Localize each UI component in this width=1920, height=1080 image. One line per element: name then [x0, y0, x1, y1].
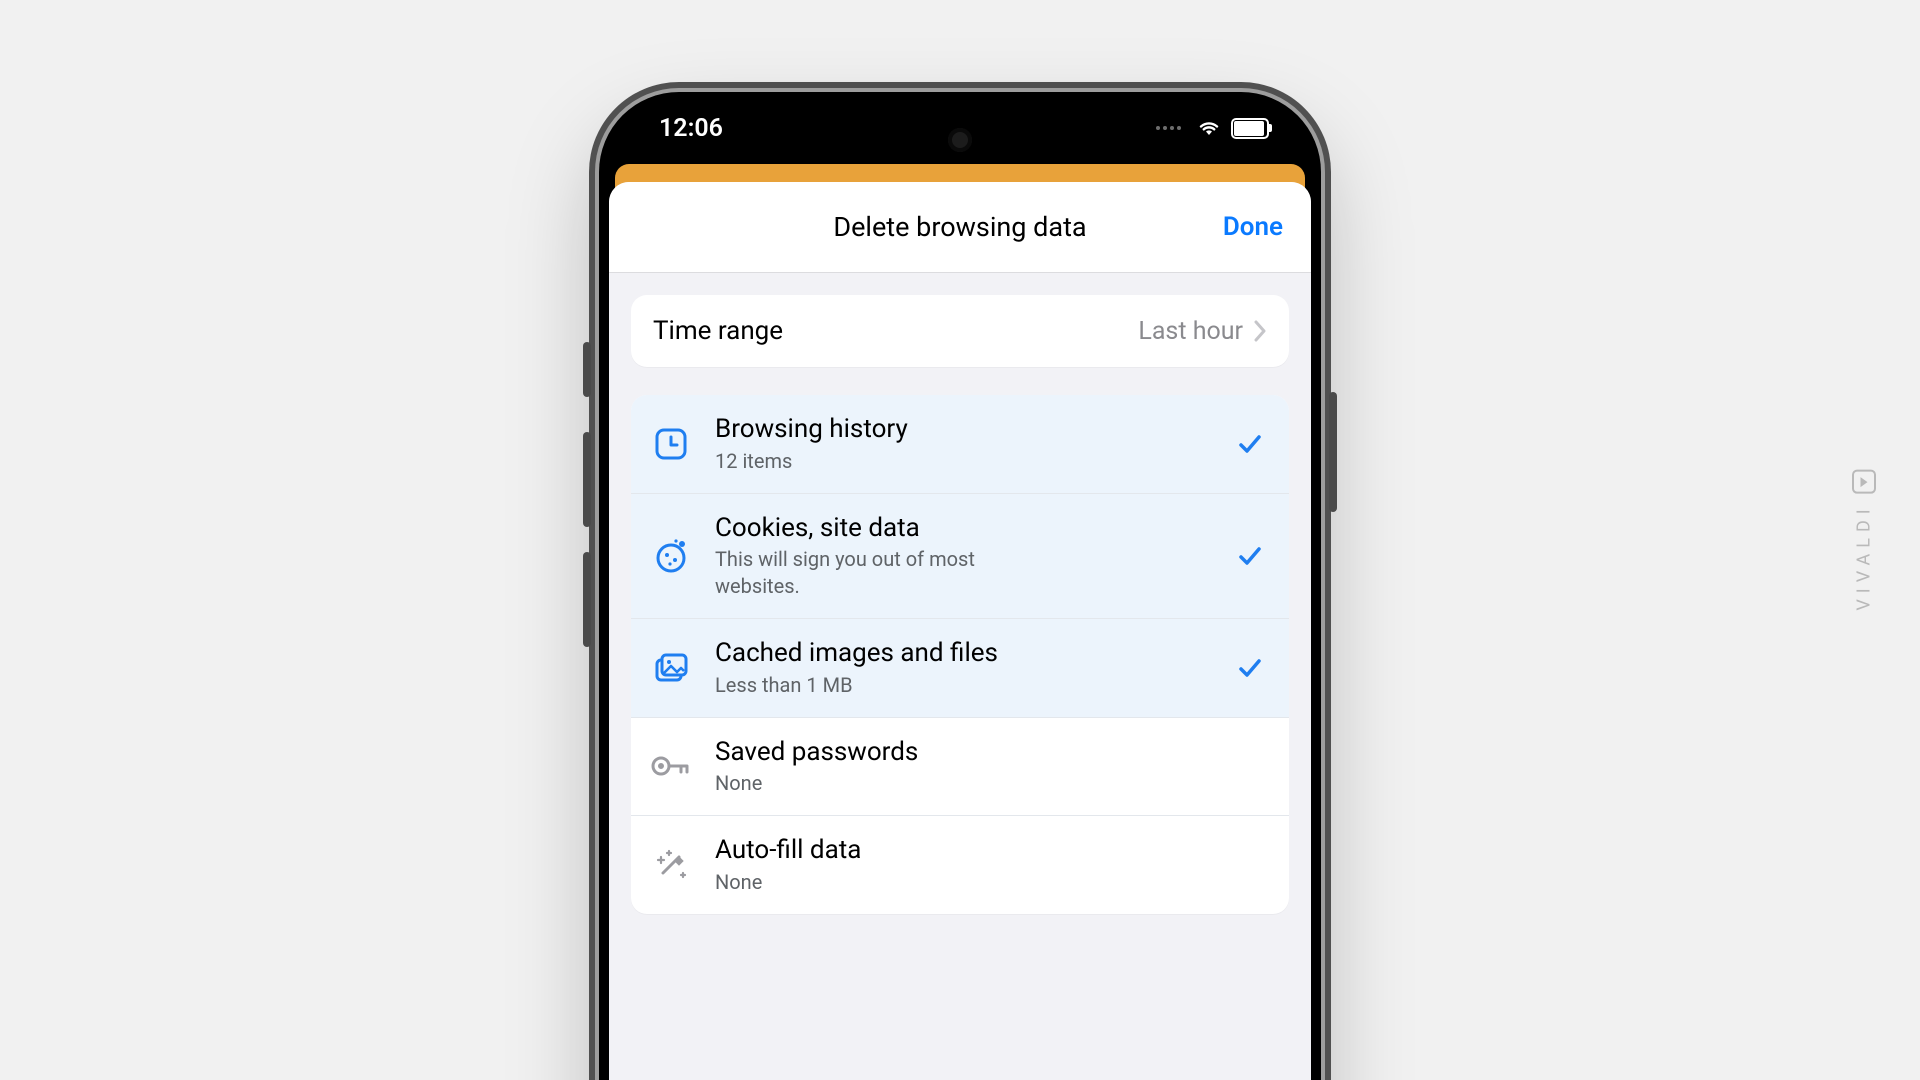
phone-power-button [1329, 392, 1337, 512]
wifi-icon [1197, 114, 1221, 143]
sheet-header: Delete browsing data Done [609, 182, 1311, 273]
item-title: Auto-fill data [715, 834, 1211, 867]
checkmark-icon [1233, 543, 1267, 569]
item-subtitle: Less than 1 MB [715, 672, 1015, 699]
sheet-title: Delete browsing data [833, 211, 1086, 243]
data-types-list: Browsing history 12 items [631, 395, 1289, 914]
time-range-row[interactable]: Time range Last hour [631, 295, 1289, 367]
time-range-card: Time range Last hour [631, 295, 1289, 367]
battery-icon [1231, 118, 1269, 139]
item-title: Browsing history [715, 413, 1211, 446]
cookie-icon [649, 538, 693, 574]
item-subtitle: This will sign you out of most websites. [715, 546, 1015, 600]
item-subtitle: 12 items [715, 448, 1015, 475]
vivaldi-logo-icon [1852, 469, 1876, 493]
key-icon [649, 752, 693, 780]
item-autofill[interactable]: Auto-fill data None [631, 815, 1289, 914]
wand-icon [649, 847, 693, 883]
item-cookies[interactable]: Cookies, site data This will sign you ou… [631, 493, 1289, 619]
vivaldi-watermark: VIVALDI [1852, 469, 1876, 610]
phone-volume-down [583, 552, 591, 647]
cellular-dots-icon [1156, 126, 1181, 130]
item-title: Cached images and files [715, 637, 1211, 670]
time-range-label: Time range [653, 316, 1138, 346]
done-button[interactable]: Done [1223, 212, 1283, 242]
clock-icon [649, 427, 693, 461]
item-subtitle: None [715, 869, 1015, 896]
checkmark-icon [1233, 655, 1267, 681]
item-title: Saved passwords [715, 736, 1211, 769]
time-range-value: Last hour [1138, 317, 1243, 346]
phone-volume-up [583, 432, 591, 527]
watermark-text: VIVALDI [1854, 503, 1875, 610]
phone-mute-switch [583, 342, 591, 397]
chevron-right-icon [1253, 320, 1267, 342]
camera-hole [948, 128, 972, 152]
phone-frame: 12:06 Delete browsing data Done Time [599, 92, 1321, 1080]
delete-browsing-data-sheet: Delete browsing data Done Time range Las… [609, 182, 1311, 1080]
item-cache[interactable]: Cached images and files Less than 1 MB [631, 618, 1289, 717]
item-browsing-history[interactable]: Browsing history 12 items [631, 395, 1289, 493]
images-icon [649, 650, 693, 686]
item-title: Cookies, site data [715, 512, 1211, 545]
item-subtitle: None [715, 770, 1015, 797]
item-passwords[interactable]: Saved passwords None [631, 717, 1289, 816]
checkmark-icon [1233, 431, 1267, 457]
status-time: 12:06 [659, 114, 723, 143]
